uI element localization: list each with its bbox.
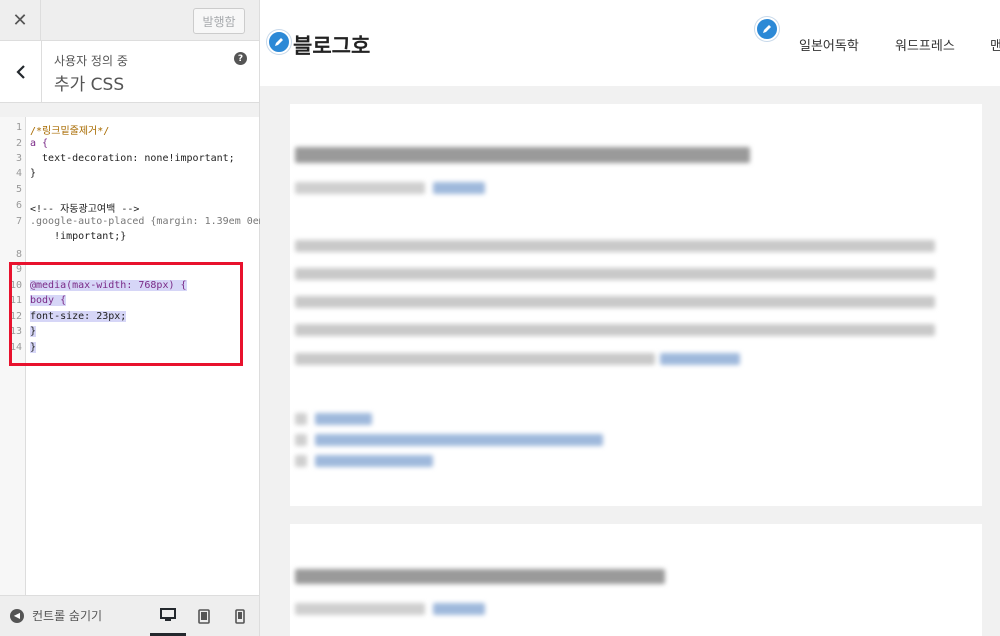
code-line: !important;} [30, 231, 127, 242]
post-meta-blurred [295, 603, 425, 615]
read-more-link-blurred[interactable] [660, 353, 740, 365]
post-title-blurred[interactable] [295, 569, 665, 584]
back-button[interactable] [0, 41, 42, 102]
line-number: 2 [15, 138, 22, 149]
css-code-editor[interactable]: 1 2 3 4 5 6 7 8 9 10 11 12 13 14 /*링크밑줄제… [0, 117, 265, 595]
post-excerpt-blurred [295, 296, 935, 308]
post-card [290, 104, 982, 506]
collapse-left-icon: ◀ [10, 608, 24, 623]
post-date-link-blurred[interactable] [433, 603, 485, 615]
code-line: <!-- 자동광고여백 --> [30, 204, 140, 215]
pencil-icon [275, 38, 283, 46]
publish-button[interactable]: 발행함 [193, 8, 245, 34]
line-number: 4 [15, 168, 22, 179]
post-excerpt-blurred [295, 240, 935, 252]
tablet-icon [198, 609, 210, 624]
hide-controls-button[interactable]: ◀ 컨트롤 숨기기 [10, 607, 102, 624]
site-header: 블로그호 일본어독학 워드프레스 맨 [260, 0, 1000, 86]
post-card [290, 524, 982, 636]
line-number: 6 [15, 200, 22, 211]
tag-links-blurred[interactable] [315, 434, 603, 446]
category-icon-blurred [295, 413, 307, 425]
code-line: text-decoration: none!important; [30, 153, 235, 164]
post-date-link-blurred[interactable] [433, 182, 485, 194]
post-excerpt-blurred [295, 324, 935, 336]
section-header: 사용자 정의 중 추가 CSS ? [0, 41, 259, 103]
nav-item[interactable]: 맨 [990, 35, 1000, 54]
post-excerpt-blurred [295, 353, 655, 365]
edit-shortcut-button[interactable] [755, 17, 779, 41]
edit-shortcut-button[interactable] [267, 30, 291, 54]
code-line: .google-auto-placed {margin: 1.39em 0em [30, 216, 265, 227]
device-tablet-button[interactable] [186, 596, 222, 636]
customizer-panel: ✕ 발행함 사용자 정의 중 추가 CSS ? 1 2 3 4 5 6 7 8 … [0, 0, 265, 636]
nav-item[interactable]: 일본어독학 [799, 35, 859, 54]
category-link-blurred[interactable] [315, 413, 372, 425]
line-number: 5 [15, 184, 22, 195]
device-mobile-button[interactable] [222, 596, 258, 636]
section-title: 추가 CSS [54, 75, 125, 95]
site-preview: 블로그호 일본어독학 워드프레스 맨 [260, 0, 1000, 636]
device-desktop-button[interactable] [150, 596, 186, 636]
panel-header: ✕ 발행함 [0, 0, 259, 41]
chevron-left-icon [15, 64, 25, 79]
hide-controls-label: 컨트롤 숨기기 [32, 609, 103, 623]
close-icon: ✕ [12, 10, 28, 31]
panel-footer: ◀ 컨트롤 숨기기 [0, 595, 259, 636]
comment-link-blurred[interactable] [315, 455, 433, 467]
post-excerpt-blurred [295, 268, 935, 280]
close-button[interactable]: ✕ [0, 0, 41, 41]
post-meta-blurred [295, 182, 425, 194]
post-title-blurred[interactable] [295, 147, 750, 163]
site-title[interactable]: 블로그호 [293, 30, 370, 60]
code-line: } [30, 168, 37, 179]
code-line: a { [30, 138, 49, 149]
desktop-icon [160, 607, 176, 621]
help-icon[interactable]: ? [234, 52, 247, 65]
line-number: 1 [15, 122, 22, 133]
line-number: 3 [15, 153, 22, 164]
highlight-annotation-box [9, 262, 243, 366]
line-number: 7 [15, 216, 22, 227]
pencil-icon [763, 25, 771, 33]
line-number: 8 [15, 249, 22, 260]
code-line: /*링크밑줄제거*/ [30, 126, 110, 137]
comment-icon-blurred [295, 455, 307, 467]
nav-item[interactable]: 워드프레스 [895, 35, 955, 54]
tag-icon-blurred [295, 434, 307, 446]
section-subtitle: 사용자 정의 중 [54, 54, 128, 68]
mobile-icon [235, 609, 245, 624]
